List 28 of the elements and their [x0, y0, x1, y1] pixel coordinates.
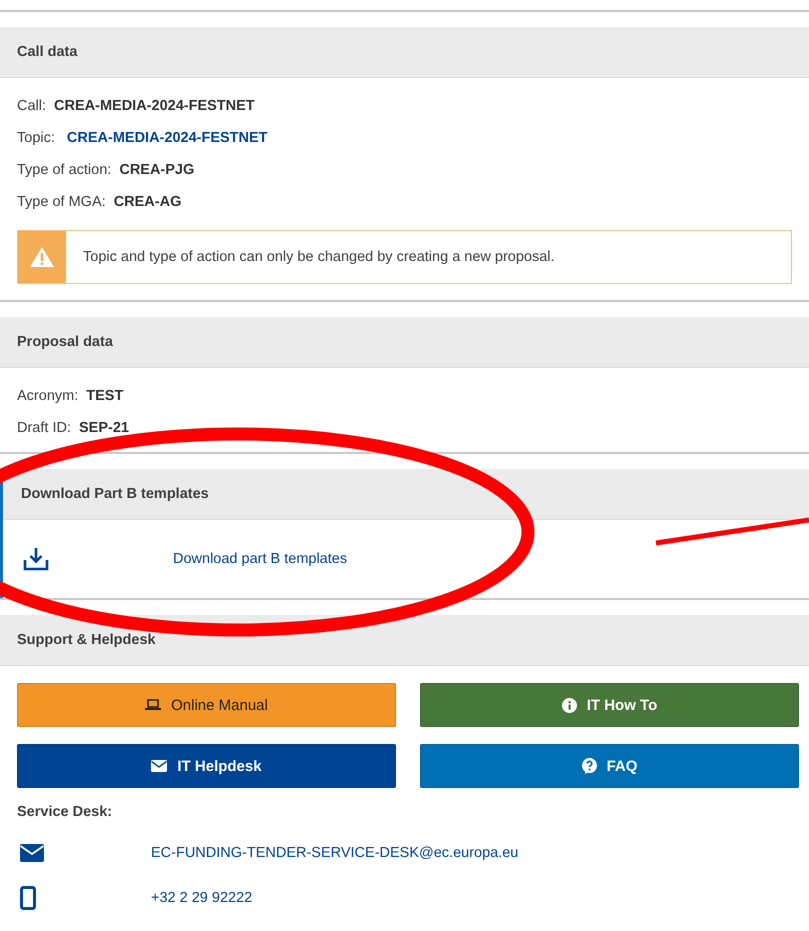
section-header: Support & Helpdesk — [0, 615, 809, 666]
field-text: Type of MGA: CREA-AG — [17, 194, 182, 210]
laptop-icon — [145, 699, 162, 711]
warning-icon — [29, 246, 55, 268]
service-desk-label: Service Desk: — [17, 804, 112, 820]
envelope-icon — [151, 760, 168, 772]
field-text: Call: CREA-MEDIA-2024-FESTNET — [17, 98, 255, 114]
topic-link[interactable]: CREA-MEDIA-2024-FESTNET — [66, 130, 268, 146]
support-button[interactable]: IT Helpdesk — [17, 744, 396, 788]
envelope-icon — [20, 844, 44, 862]
field-text: Topic: CREA-MEDIA-2024-FESTNET — [17, 130, 268, 146]
contact-link[interactable]: +32 2 29 92222 — [151, 890, 252, 906]
support-button[interactable]: Online Manual — [17, 683, 396, 727]
section-header: Download Part B templates — [3, 469, 809, 520]
download-icon — [23, 547, 49, 571]
section-header: Call data — [0, 27, 809, 78]
field-text: Type of action: CREA-PJG — [17, 162, 194, 178]
section-header: Proposal data — [0, 317, 809, 368]
phone-icon — [20, 886, 36, 910]
support-button[interactable]: FAQ — [420, 744, 799, 788]
info-icon — [562, 698, 577, 712]
field-text: Acronym: TEST — [17, 388, 124, 404]
contact-link[interactable]: EC-FUNDING-TENDER-SERVICE-DESK@ec.europa.eu — [151, 844, 518, 860]
download-link[interactable]: Download part B templates — [173, 551, 348, 567]
support-button[interactable]: IT How To — [420, 683, 799, 727]
warning-text: Topic and type of action can only be changed by creating a new proposal. — [83, 249, 555, 265]
question-icon — [582, 758, 597, 774]
field-text: Draft ID: SEP-21 — [17, 420, 129, 436]
